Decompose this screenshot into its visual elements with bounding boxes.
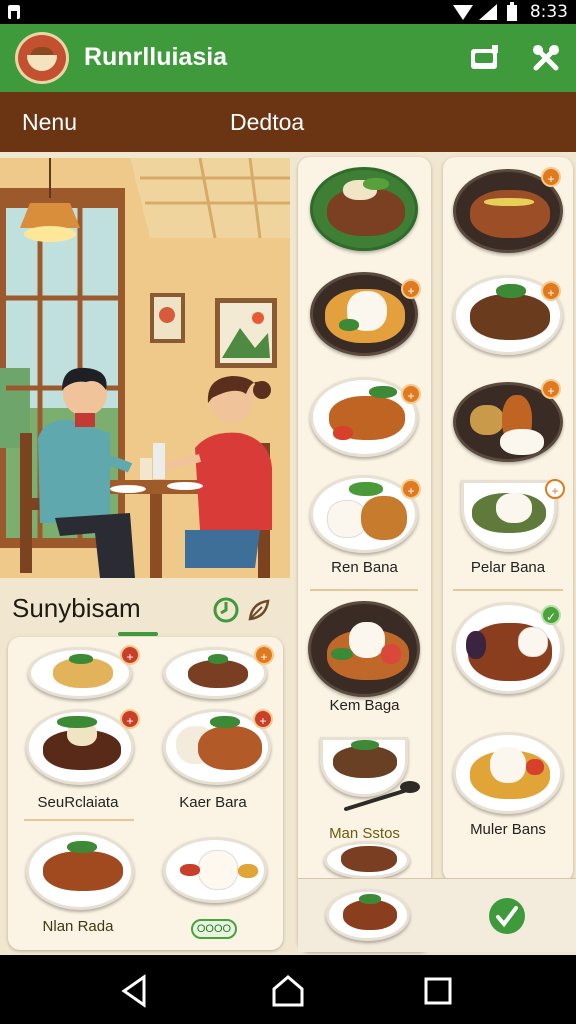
- menu-column-1: + + + Ren Bana Kem Baga Man Sstos: [298, 157, 431, 952]
- column-divider: [310, 589, 418, 591]
- dish-card[interactable]: [324, 841, 410, 879]
- section-title: Sunybisam: [12, 593, 141, 623]
- add-badge-icon[interactable]: +: [401, 279, 421, 299]
- dish-card[interactable]: [26, 709, 134, 785]
- restaurant-illustration: [0, 158, 290, 578]
- add-badge-icon[interactable]: +: [253, 709, 273, 729]
- dish-card[interactable]: [461, 480, 557, 552]
- dish-card[interactable]: [310, 167, 418, 251]
- menu-tab[interactable]: Nenu: [22, 109, 77, 136]
- dish-label: Nlan Rada: [42, 918, 114, 935]
- tools-icon[interactable]: [530, 42, 562, 74]
- dish-card[interactable]: [163, 837, 267, 903]
- cart-icon[interactable]: [468, 42, 500, 74]
- dish-card[interactable]: [26, 832, 134, 910]
- dish-label: Kaer Bara: [179, 794, 247, 811]
- leaf-icon[interactable]: [246, 597, 272, 623]
- dish-card[interactable]: [453, 732, 563, 814]
- add-badge-icon[interactable]: ✓: [541, 605, 561, 625]
- checkout-check-icon[interactable]: [488, 897, 526, 935]
- status-bar: 8:33: [0, 0, 576, 24]
- dish-label: Pelar Bana: [470, 559, 546, 576]
- cart-thumbnail[interactable]: [326, 889, 410, 941]
- grid-divider: [24, 819, 134, 821]
- clock: 8:33: [529, 2, 568, 22]
- recents-icon[interactable]: [416, 969, 460, 1013]
- green-action-button[interactable]: OOOO: [191, 919, 237, 939]
- system-nav-bar: [0, 955, 576, 1024]
- spoon-icon: [344, 781, 420, 811]
- add-badge-icon[interactable]: +: [254, 645, 274, 665]
- green-action-label: OOOO: [196, 923, 232, 935]
- app-bar: Runrlluiasia: [0, 24, 576, 92]
- section-tab[interactable]: Dedtoa: [230, 109, 304, 136]
- add-badge-icon[interactable]: +: [541, 281, 561, 301]
- app-notification-icon: [8, 5, 20, 19]
- add-badge-icon[interactable]: +: [545, 479, 565, 499]
- section-underline: [118, 632, 158, 636]
- menu-column-2: + + + + Pelar Bana ✓ Muler Bans: [443, 157, 573, 882]
- sub-header: Nenu Dedtoa: [0, 92, 576, 152]
- dish-label: Kem Baga: [329, 697, 400, 714]
- app-title: Runrlluiasia: [84, 43, 228, 71]
- bottom-action-bar: [298, 878, 576, 952]
- dish-label: Muler Bans: [470, 821, 546, 838]
- add-badge-icon[interactable]: +: [401, 479, 421, 499]
- back-icon[interactable]: [114, 969, 158, 1013]
- column-divider: [453, 589, 563, 591]
- add-badge-icon[interactable]: +: [120, 709, 140, 729]
- dish-label: Ren Bana: [331, 559, 398, 576]
- battery-icon: [507, 2, 517, 21]
- app-logo: [15, 32, 69, 84]
- add-badge-icon[interactable]: +: [541, 167, 561, 187]
- screen: { "status_bar": {"time": "8:33"}, "app":…: [0, 0, 576, 1024]
- home-icon[interactable]: [266, 969, 310, 1013]
- dish-label: SeuRclaiata: [37, 794, 119, 811]
- add-badge-icon[interactable]: +: [401, 384, 421, 404]
- refresh-icon[interactable]: [213, 597, 239, 623]
- wifi-icon: [453, 5, 473, 20]
- dish-card[interactable]: [163, 647, 267, 699]
- dining-couple-image: [0, 158, 290, 578]
- featured-grid: + + + + SeuRclaiata Kaer Bara Nlan Rada …: [8, 637, 283, 950]
- dish-card[interactable]: [308, 601, 420, 697]
- signal-icon: [479, 4, 497, 20]
- dish-label: Man Sstos: [329, 825, 400, 842]
- add-badge-icon[interactable]: +: [541, 379, 561, 399]
- dish-card[interactable]: [28, 647, 132, 699]
- add-badge-icon[interactable]: +: [120, 645, 140, 665]
